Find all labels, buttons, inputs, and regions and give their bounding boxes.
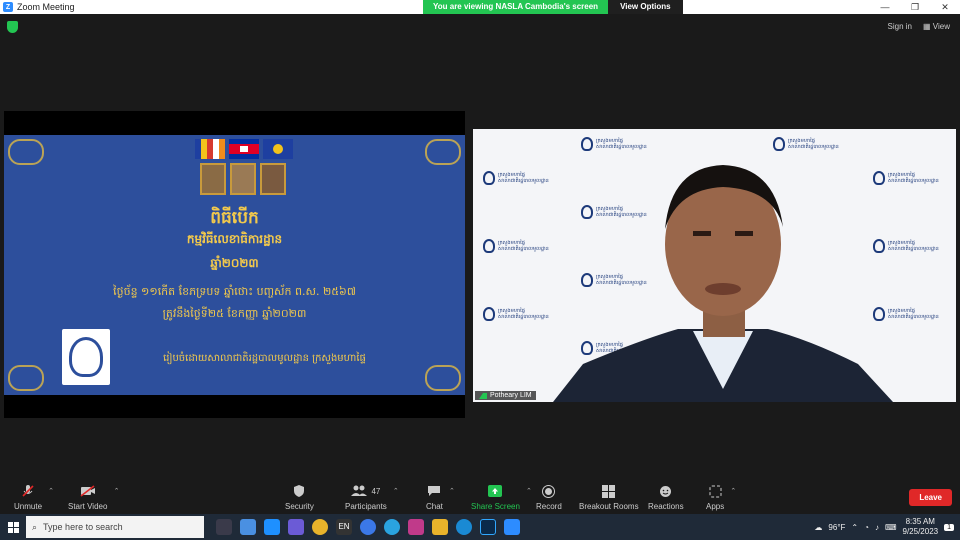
maximize-button[interactable]: ❐ [900,0,930,14]
shared-screen: ពិធីបើក កម្មវិធីលេខាធិការដ្ឋាន ឆ្នាំ២០២៣… [4,111,465,418]
task-view-icon[interactable] [216,519,232,535]
edge-icon[interactable] [456,519,472,535]
speaker-image [553,165,893,402]
presentation-slide: ពិធីបើក កម្មវិធីលេខាធិការដ្ឋាន ឆ្នាំ២០២៣… [4,135,465,395]
share-screen-icon [487,484,503,498]
apps-icon [707,484,723,498]
slide-year: ឆ្នាំ២០២៣ [210,256,259,270]
portrait-center [230,163,256,195]
language-app-icon[interactable]: EN [336,519,352,535]
taskbar-search[interactable]: ⌕ Type here to search [26,516,204,538]
zoom-app-icon[interactable] [504,519,520,535]
leave-button[interactable]: Leave [909,489,952,506]
encryption-shield-icon[interactable] [7,21,18,33]
royal-portraits [200,163,286,195]
sign-in-link[interactable]: Sign in [888,22,912,31]
view-label: View [932,22,950,31]
start-video-button[interactable]: Start Video ⌃ [68,484,119,511]
close-button[interactable]: ✕ [930,0,960,14]
teams-icon[interactable] [264,519,280,535]
slack-icon[interactable] [408,519,424,535]
record-button[interactable]: Record [536,484,562,511]
start-button[interactable] [0,514,26,540]
photoshop-icon[interactable] [480,519,496,535]
view-button[interactable]: ▦ View [923,22,950,31]
watermark-logo: ក្រសួងមហាផ្ទៃសាលាជាតិរដ្ឋបាលមូលដ្ឋាន [483,307,549,321]
weather-icon[interactable]: ☁ [814,523,822,532]
muted-mic-icon [20,484,36,498]
security-button[interactable]: Security [285,484,314,511]
meeting-toolbar: Unmute ⌃ Start Video ⌃ Security 47 Partici… [0,480,960,514]
share-screen-button[interactable]: Share Screen ⌃ [471,484,532,511]
participant-video[interactable]: ក្រសួងមហាផ្ទៃ សាលាជាតិរដ្ឋបាលមូលដ្ឋាន ក្រ… [473,129,956,402]
screen-share-banner: You are viewing NASLA Cambodia's screen … [423,0,683,14]
volume-icon[interactable]: ♪ [875,523,879,532]
signal-icon [479,392,487,399]
telegram-icon[interactable] [384,519,400,535]
slide-heading: ពិធីបើក [210,208,259,228]
windows-logo-icon [7,521,19,533]
participant-name: Potheary LIM [490,392,532,399]
meeting-topbar: Sign in ▦ View [0,14,960,40]
ministry-flag-icon [263,139,293,159]
chrome-icon[interactable] [312,519,328,535]
portrait-left [200,163,226,195]
viewing-message: You are viewing NASLA Cambodia's screen [423,0,609,14]
clock[interactable]: 8:35 AM 9/25/2023 [903,517,939,537]
participants-icon: 47 [348,484,384,498]
view-options-button[interactable]: View Options [608,0,683,14]
search-placeholder: Type here to search [43,522,123,532]
ornament-bottom-left [8,365,44,391]
participants-button[interactable]: 47 Participants ⌃ [345,484,399,511]
search-icon: ⌕ [32,521,38,532]
breakout-rooms-icon [601,484,617,498]
window-title: Zoom Meeting [17,2,75,12]
ornament-top-right [425,139,461,165]
ornament-top-left [8,139,44,165]
meet-icon[interactable] [288,519,304,535]
slide-lunar-date: ថ្ងៃច័ន្ទ ១១កើត ខែភទ្របទ ឆ្នាំថោះ បញ្ចស័… [113,285,356,298]
system-tray: ☁ 96°F ⌃ ◔ ♪ ⌨ 8:35 AM 9/25/2023 1 [814,514,960,540]
zoom-logo-icon: Z [3,2,13,12]
slide-program-title: កម្មវិធីលេខាធិការដ្ឋាន [186,232,283,246]
slide-organizer: រៀបចំដោយសាលាជាតិរដ្ឋបាលមូលដ្ឋាន ក្រសួងមហ… [163,353,366,364]
chat-button[interactable]: Chat ⌃ [426,484,455,511]
unmute-button[interactable]: Unmute ⌃ [14,484,54,511]
cambodia-flag-icon [229,139,259,159]
buddhist-flag-icon [195,139,225,159]
minimize-button[interactable]: — [870,0,900,14]
apps-button[interactable]: Apps ⌃ [706,484,736,511]
portrait-right [260,163,286,195]
notifications-icon[interactable]: 1 [944,523,954,531]
network-icon[interactable]: ◔ [864,523,869,532]
language-icon[interactable]: ⌨ [885,523,897,532]
widgets-icon[interactable] [240,519,256,535]
windows-taskbar: ⌕ Type here to search EN ☁ 96°F ⌃ ◔ ♪ ⌨ … [0,514,960,540]
breakout-rooms-button[interactable]: Breakout Rooms [579,484,639,511]
smiley-icon [658,484,674,498]
record-icon [541,484,557,498]
globe-icon[interactable] [360,519,376,535]
shield-icon [291,484,307,498]
flags-row [195,139,293,159]
ornament-bottom-right [425,365,461,391]
video-off-icon [80,484,96,498]
watermark-logo: ក្រសួងមហាផ្ទៃសាលាជាតិរដ្ឋបាលមូលដ្ឋាន [483,171,549,185]
temperature: 96°F [828,522,846,532]
participant-nametag: Potheary LIM [475,391,536,400]
chat-icon [426,484,442,498]
file-explorer-icon[interactable] [432,519,448,535]
watermark-logo: ក្រសួងមហាផ្ទៃសាលាជាតិរដ្ឋបាលមូលដ្ឋាន [483,239,549,253]
reactions-button[interactable]: Reactions [648,484,684,511]
slide-solar-date: ត្រូវនឹងថ្ងៃទី២៥ ខែកញ្ញា ឆ្នាំ២០២៣ [162,307,307,320]
chevron-up-icon[interactable]: ⌃ [851,523,858,532]
participant-count: 47 [371,486,381,496]
